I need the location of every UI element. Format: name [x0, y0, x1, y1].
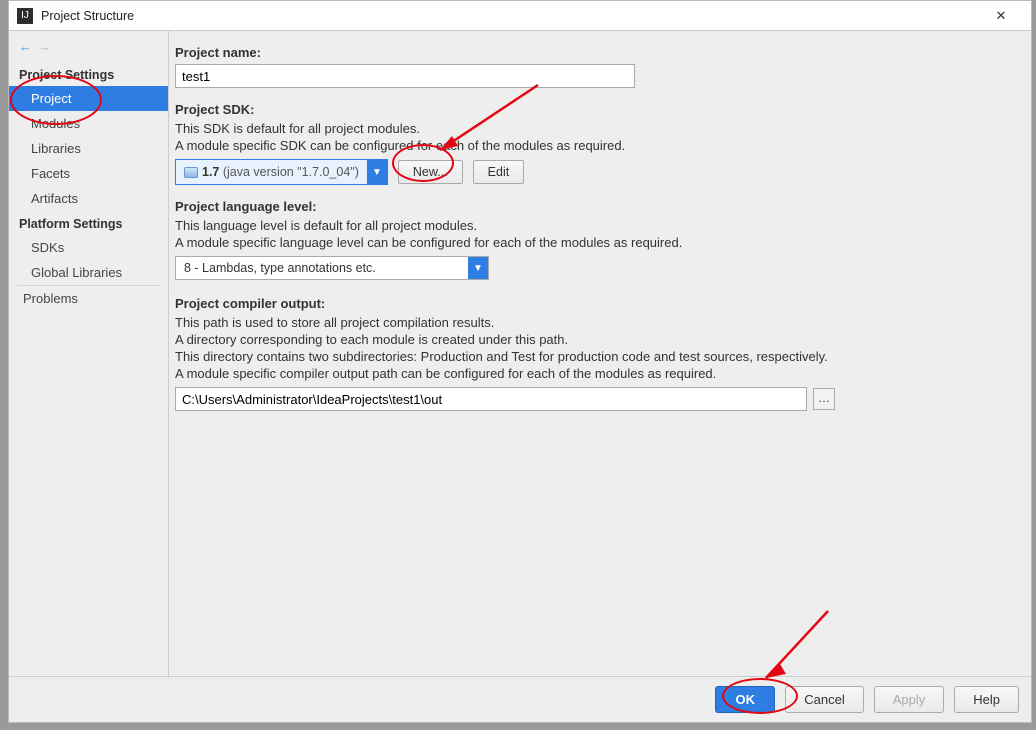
close-icon[interactable]: ✕ [979, 2, 1023, 30]
sidebar-section-project-settings: Project Settings [9, 62, 168, 86]
sidebar-item-project[interactable]: Project [9, 86, 168, 111]
sidebar-item-problems[interactable]: Problems [9, 286, 168, 311]
project-sdk-desc1: This SDK is default for all project modu… [175, 121, 1027, 136]
compiler-out-desc2: A directory corresponding to each module… [175, 332, 1027, 347]
compiler-out-desc3: This directory contains two subdirectori… [175, 349, 1027, 364]
compiler-out-label: Project compiler output: [175, 296, 1027, 311]
project-name-label: Project name: [175, 45, 1027, 60]
cancel-button[interactable]: Cancel [785, 686, 863, 713]
help-button[interactable]: Help [954, 686, 1019, 713]
apply-button[interactable]: Apply [874, 686, 945, 713]
compiler-out-desc4: A module specific compiler output path c… [175, 366, 1027, 381]
project-structure-dialog: IJ Project Structure ✕ ← → Project Setti… [8, 0, 1032, 723]
lang-level-dropdown[interactable]: 8 - Lambdas, type annotations etc. ▼ [175, 256, 489, 280]
chevron-down-icon[interactable]: ▼ [367, 160, 387, 184]
content-pane: Project name: Project SDK: This SDK is d… [169, 31, 1031, 676]
dialog-title: Project Structure [41, 9, 979, 23]
new-sdk-button[interactable]: New... [398, 160, 463, 184]
browse-path-button[interactable]: … [813, 388, 835, 410]
back-icon[interactable]: ← [19, 39, 32, 54]
sidebar-item-modules[interactable]: Modules [9, 111, 168, 136]
compiler-out-desc1: This path is used to store all project c… [175, 315, 1027, 330]
lang-level-desc2: A module specific language level can be … [175, 235, 1027, 250]
project-sdk-value: 1.7 (java version "1.7.0_04") [202, 165, 359, 179]
sidebar: ← → Project Settings Project Modules Lib… [9, 31, 169, 676]
app-icon: IJ [17, 8, 33, 24]
project-name-input[interactable] [175, 64, 635, 88]
lang-level-desc1: This language level is default for all p… [175, 218, 1027, 233]
compiler-out-input[interactable] [175, 387, 807, 411]
lang-level-label: Project language level: [175, 199, 1027, 214]
lang-level-value: 8 - Lambdas, type annotations etc. [176, 257, 468, 279]
project-sdk-label: Project SDK: [175, 102, 1027, 117]
sidebar-item-libraries[interactable]: Libraries [9, 136, 168, 161]
ok-button[interactable]: OK [715, 686, 775, 713]
sdk-folder-icon [184, 167, 198, 178]
edit-sdk-button[interactable]: Edit [473, 160, 525, 184]
sidebar-item-artifacts[interactable]: Artifacts [9, 186, 168, 211]
sidebar-item-sdks[interactable]: SDKs [9, 235, 168, 260]
sidebar-section-platform-settings: Platform Settings [9, 211, 168, 235]
sidebar-item-global-libraries[interactable]: Global Libraries [9, 260, 168, 285]
project-sdk-dropdown[interactable]: 1.7 (java version "1.7.0_04") ▼ [175, 159, 388, 185]
sidebar-item-facets[interactable]: Facets [9, 161, 168, 186]
chevron-down-icon[interactable]: ▼ [468, 257, 488, 279]
titlebar: IJ Project Structure ✕ [9, 1, 1031, 31]
forward-icon[interactable]: → [38, 39, 51, 54]
project-sdk-desc2: A module specific SDK can be configured … [175, 138, 1027, 153]
dialog-footer: OK Cancel Apply Help [9, 676, 1031, 722]
